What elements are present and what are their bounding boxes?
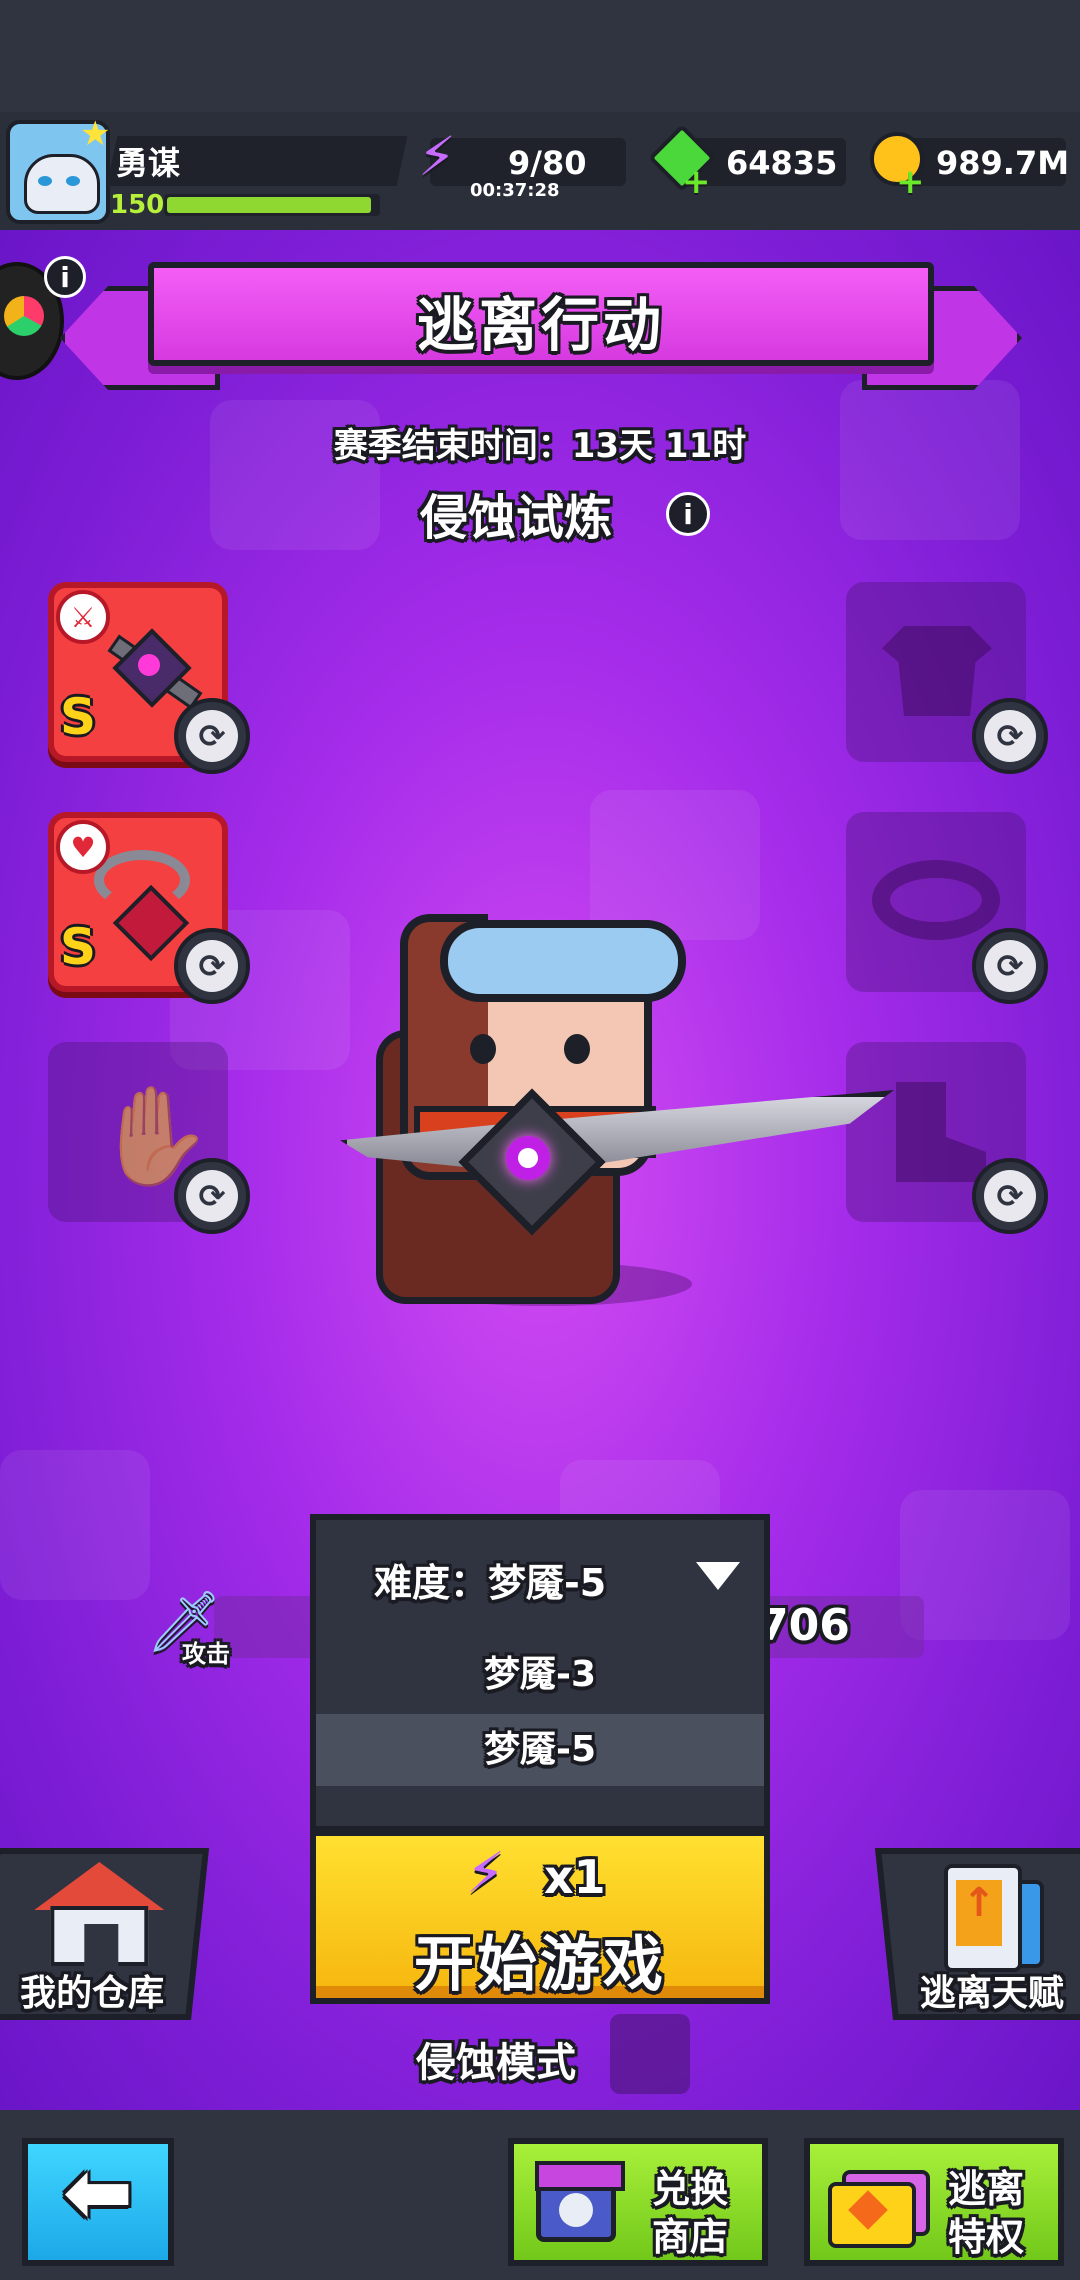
mode-info-icon[interactable]: i	[666, 492, 710, 536]
privilege-label-1: 逃离	[948, 2167, 1025, 2211]
talent-card-icon: ↑	[934, 1860, 1045, 1972]
back-button[interactable]: ⬅	[22, 2138, 174, 2266]
privilege-label-2: 特权	[948, 2215, 1025, 2259]
player-level: 150	[110, 190, 165, 220]
energy-value: 9/80	[508, 144, 587, 182]
info-icon[interactable]: i	[44, 256, 86, 298]
exp-bar-fill	[167, 197, 371, 213]
escape-privilege-button[interactable]: 逃离 特权	[804, 2138, 1064, 2266]
defense-tag-icon: ♥	[56, 820, 110, 874]
gold-value: 989.7M	[936, 144, 1070, 182]
back-arrow-icon: ⬅	[62, 2143, 134, 2241]
resource-bar: ★ 勇谋 150 ⚡ 9/80 + 64835 + 989.7M	[0, 112, 1080, 234]
warehouse-button[interactable]: 我的仓库	[0, 1848, 210, 2020]
shirt-icon	[882, 626, 992, 716]
swap-gloves-icon[interactable]: ⟳	[174, 1158, 250, 1234]
player-character	[330, 910, 894, 1304]
attack-tag-icon: ⚔	[56, 590, 110, 644]
season-end-text: 赛季结束时间：13天 11时	[333, 426, 747, 466]
start-label: 开始游戏	[414, 1930, 666, 2000]
difficulty-dropdown[interactable]: 难度：梦魇-5 梦魇-3 梦魇-5	[310, 1514, 770, 1832]
add-gems-icon[interactable]: +	[682, 162, 711, 202]
gems-value: 64835	[726, 144, 838, 182]
status-bar-area	[0, 0, 1080, 112]
lightning-icon: ⚡	[466, 1841, 506, 1906]
title-banner: 逃离行动	[148, 262, 934, 366]
talent-button[interactable]: ↑ 逃离天赋	[874, 1848, 1080, 2020]
exchange-shop-label-1: 兑换	[652, 2167, 729, 2211]
exchange-shop-label-2: 商店	[652, 2215, 729, 2259]
swap-weapon-icon[interactable]: ⟳	[174, 698, 250, 774]
swap-necklace-icon[interactable]: ⟳	[174, 928, 250, 1004]
sword-item-icon	[94, 618, 203, 718]
corrosion-mode-checkbox[interactable]	[610, 2014, 690, 2094]
privilege-card-icon	[828, 2170, 930, 2248]
grade-badge: S	[60, 918, 97, 976]
difficulty-selected[interactable]: 难度：梦魇-5	[374, 1552, 606, 1607]
chevron-down-icon[interactable]	[696, 1562, 740, 1590]
power-value: 706	[758, 1600, 850, 1651]
boot-icon	[896, 1082, 986, 1182]
exchange-shop-button[interactable]: 兑换 商店	[508, 2138, 768, 2266]
event-title: 逃离行动	[416, 291, 665, 359]
lightning-icon: ⚡	[418, 125, 456, 188]
corrosion-mode-label: 侵蚀模式	[416, 2040, 576, 2086]
bottom-nav: ⬅ 兑换 商店 逃离 特权	[0, 2110, 1080, 2280]
swap-belt-icon[interactable]: ⟳	[972, 928, 1048, 1004]
talent-label: 逃离天赋	[919, 1973, 1064, 2014]
player-name: 勇谋	[116, 144, 181, 182]
swap-boots-icon[interactable]: ⟳	[972, 1158, 1048, 1234]
house-icon	[34, 1862, 165, 1966]
shop-icon	[535, 2161, 625, 2242]
start-cost: x1	[544, 1850, 606, 1904]
belt-icon	[872, 860, 1000, 940]
start-game-button[interactable]: ⚡ x1 开始游戏	[310, 1830, 770, 2004]
star-icon: ★	[80, 114, 111, 154]
mode-title: 侵蚀试炼	[420, 490, 613, 546]
warehouse-label: 我的仓库	[20, 1973, 165, 2014]
attack-label: 攻击	[182, 1640, 230, 1668]
grade-badge: S	[60, 688, 97, 746]
exp-bar	[164, 194, 380, 216]
swap-armor-icon[interactable]: ⟳	[972, 698, 1048, 774]
add-gold-icon[interactable]: +	[896, 162, 925, 202]
difficulty-option-selected[interactable]: 梦魇-5	[316, 1714, 764, 1786]
difficulty-option[interactable]: 梦魇-3	[316, 1640, 764, 1710]
energy-timer-label: 00:37:28	[470, 180, 560, 201]
